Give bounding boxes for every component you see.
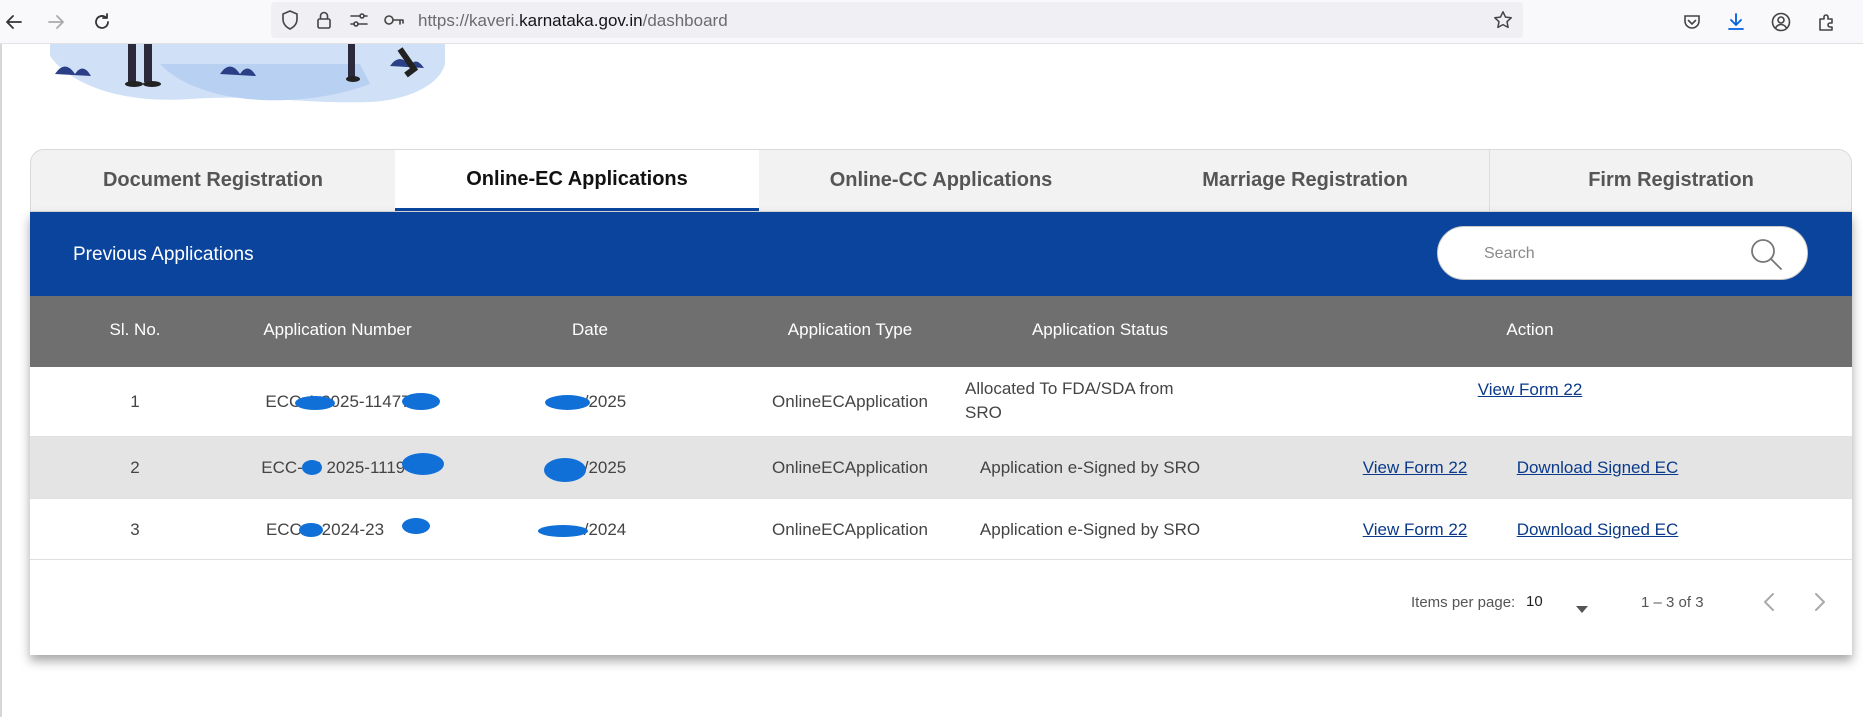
back-arrow-icon[interactable]	[0, 8, 28, 36]
cell-sl-no: 3	[130, 520, 140, 539]
view-form-22-link[interactable]: View Form 22	[1465, 380, 1595, 400]
cell-sl-no: 1	[130, 392, 140, 411]
tab-online-cc-applications[interactable]: Online-CC Applications	[759, 150, 1123, 211]
table-header: Sl. No. Application Number Date Applicat…	[30, 296, 1852, 367]
items-per-page-label: Items per page:	[1411, 594, 1516, 611]
url-bar[interactable]: https://kaveri.karnataka.gov.in/dashboar…	[271, 2, 1523, 38]
redaction-mark	[299, 523, 323, 537]
tab-firm-registration[interactable]: Firm Registration	[1489, 150, 1851, 211]
cell-application-status: Allocated To FDA/SDA from SRO	[965, 379, 1174, 422]
account-icon[interactable]	[1767, 8, 1795, 36]
registration-tabs: Document Registration Online-EC Applicat…	[30, 149, 1852, 212]
hero-illustration	[40, 44, 460, 116]
forward-arrow-icon[interactable]	[42, 8, 70, 36]
redaction-mark	[295, 396, 335, 410]
redaction-mark	[302, 460, 322, 475]
tab-document-registration[interactable]: Document Registration	[31, 150, 395, 211]
redaction-mark	[544, 458, 586, 482]
download-signed-ec-link[interactable]: Download Signed EC	[1505, 458, 1690, 478]
search-input[interactable]	[1482, 242, 1736, 266]
table-row: 3 ECC-1 2024-23 /2024 OnlineECApplicatio…	[30, 499, 1852, 560]
header-action: Action	[1506, 320, 1554, 339]
cell-sl-no: 2	[130, 458, 140, 477]
pocket-icon[interactable]	[1678, 8, 1706, 36]
header-application-status[interactable]: Application Status	[1010, 320, 1190, 340]
previous-page-icon[interactable]	[1762, 592, 1776, 617]
redaction-mark	[402, 453, 444, 475]
table-row: 1 ECC-1 2025-11477 /2025 OnlineECApplica…	[30, 367, 1852, 437]
download-signed-ec-link[interactable]: Download Signed EC	[1505, 520, 1690, 540]
shield-icon[interactable]	[279, 9, 301, 31]
applications-header-bar: Previous Applications	[30, 212, 1852, 296]
chevron-down-icon[interactable]	[1576, 600, 1588, 618]
items-per-page-select[interactable]: 10	[1526, 593, 1543, 610]
header-application-number[interactable]: Application Number	[240, 320, 435, 340]
redaction-mark	[538, 525, 588, 537]
applications-card: Previous Applications Sl. No. Applicatio…	[30, 212, 1852, 655]
view-form-22-link[interactable]: View Form 22	[1350, 520, 1480, 540]
search-icon[interactable]	[1749, 237, 1783, 271]
url-text[interactable]: https://kaveri.karnataka.gov.in/dashboar…	[418, 11, 728, 31]
paginator: Items per page: 10 1 – 3 of 3	[30, 557, 1852, 655]
cell-application-type: OnlineECApplication	[772, 458, 928, 477]
page-range-label: 1 – 3 of 3	[1641, 594, 1704, 611]
table-row: 2 ECC-03 2025-11194 /2025 OnlineECApplic…	[30, 437, 1852, 499]
browser-toolbar: https://kaveri.karnataka.gov.in/dashboar…	[0, 0, 1863, 44]
redaction-mark	[402, 518, 430, 534]
panel-title: Previous Applications	[73, 244, 254, 265]
header-application-type[interactable]: Application Type	[760, 320, 940, 340]
header-date[interactable]: Date	[540, 320, 640, 340]
cell-application-status: Application e-Signed by SRO	[979, 458, 1201, 477]
cell-application-status: Application e-Signed by SRO	[979, 520, 1201, 539]
header-sl-no[interactable]: Sl. No.	[80, 320, 190, 340]
tab-marriage-registration[interactable]: Marriage Registration	[1123, 150, 1487, 211]
reload-icon[interactable]	[88, 8, 116, 36]
lock-icon[interactable]	[313, 9, 335, 31]
redaction-mark	[545, 395, 590, 410]
tab-online-ec-applications[interactable]: Online-EC Applications	[395, 150, 759, 211]
redaction-mark	[402, 393, 440, 410]
page-left-border	[0, 44, 2, 717]
key-icon[interactable]	[383, 9, 405, 31]
download-icon[interactable]	[1722, 8, 1750, 36]
cell-application-type: OnlineECApplication	[772, 392, 928, 411]
extensions-icon[interactable]	[1813, 8, 1841, 36]
star-icon[interactable]	[1492, 9, 1514, 31]
cell-application-type: OnlineECApplication	[772, 520, 928, 539]
next-page-icon[interactable]	[1813, 592, 1827, 617]
permissions-icon[interactable]	[348, 9, 370, 31]
view-form-22-link[interactable]: View Form 22	[1350, 458, 1480, 478]
search-box[interactable]	[1437, 226, 1808, 280]
